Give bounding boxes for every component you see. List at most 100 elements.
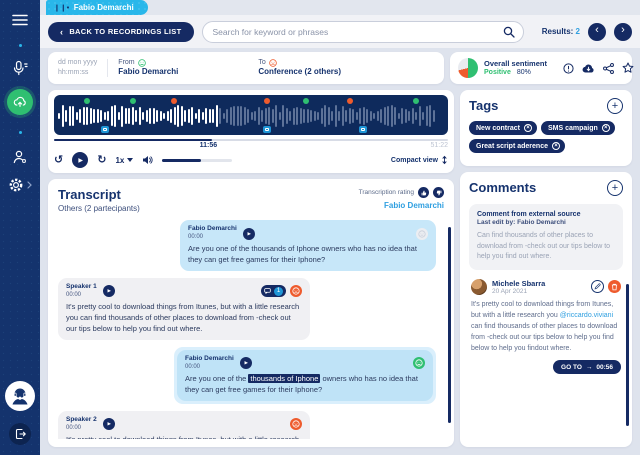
sentiment-value: Positive	[484, 69, 511, 76]
tag-chip[interactable]: Great script aderence ×	[469, 139, 565, 153]
recording-tab[interactable]: ❙❙• Fabio Demarchi	[46, 0, 148, 15]
transcript-message[interactable]: Speaker 1 00:00 ▶ 1	[58, 278, 310, 340]
chevron-left-icon: ‹	[60, 27, 63, 37]
message-comments-badge[interactable]: 1	[261, 285, 286, 297]
settings-icon[interactable]	[8, 177, 32, 193]
comment-count: 1	[274, 287, 283, 296]
transcript-message[interactable]: Speaker 2 00:00 ▶	[58, 411, 310, 440]
share-icon[interactable]	[603, 63, 614, 74]
star-icon[interactable]	[622, 62, 634, 74]
tags-title: Tags	[469, 98, 498, 113]
results-value: 2	[576, 27, 580, 36]
external-comment-body: Can find thousands of other places to do…	[477, 231, 615, 263]
neutral-sentiment-icon	[416, 228, 428, 240]
message-play-button[interactable]: ▶	[240, 357, 252, 369]
delete-comment-button[interactable]	[608, 280, 621, 293]
logout-icon[interactable]	[9, 423, 31, 445]
message-play-button[interactable]: ▶	[243, 228, 255, 240]
call-date: dd mon yyyy	[58, 58, 97, 68]
call-time: hh:mm:ss	[58, 68, 97, 78]
message-speaker: Speaker 2	[66, 416, 97, 424]
comments-title: Comments	[469, 180, 536, 195]
recording-meta-row: dd mon yyyy hh:mm:ss From Fabio Demarchi	[48, 52, 632, 84]
waveform[interactable]	[54, 95, 448, 135]
transcript-messages: Fabio Demarchi 00:00 ▶	[58, 220, 444, 439]
agent-avatar[interactable]	[5, 381, 35, 411]
previous-result-button[interactable]: ‹	[588, 23, 606, 41]
info-icon[interactable]	[563, 63, 574, 74]
back-to-recordings-button[interactable]: ‹ BACK TO RECORDINGS LIST	[48, 22, 194, 42]
message-text: It's pretty cool to download things from…	[66, 435, 302, 439]
message-time: 00:00	[185, 363, 234, 372]
happy-face-icon	[138, 59, 146, 67]
tag-label: New contract	[476, 125, 520, 132]
next-result-button[interactable]: ›	[614, 23, 632, 41]
comments-scrollbar[interactable]	[626, 284, 629, 426]
download-cloud-icon[interactable]	[582, 63, 595, 74]
agent-name: Fabio Demarchi	[359, 201, 444, 210]
message-speaker: Speaker 1	[66, 283, 97, 291]
sentiment-label: Overall sentiment	[484, 59, 547, 69]
audio-player-card: 11:56 51:22 ↺ ▶ ↻ 1x	[48, 90, 454, 173]
playback-progress: 11:56 51:22	[54, 138, 448, 151]
from-label: From	[118, 58, 134, 67]
thumbs-down-icon[interactable]	[433, 187, 444, 198]
microphone-icon[interactable]	[12, 60, 28, 76]
search-input[interactable]	[202, 21, 524, 43]
volume-icon[interactable]	[142, 155, 153, 165]
divider	[107, 59, 108, 77]
search-results-count: Results: 2	[542, 27, 580, 36]
rewind-icon[interactable]: ↺	[54, 155, 63, 166]
main-area: ❙❙• Fabio Demarchi ‹ BACK TO RECORDINGS …	[40, 0, 640, 455]
waveform-comment-marker[interactable]	[101, 126, 109, 133]
notification-dot	[19, 44, 22, 47]
transcript-scrollbar[interactable]	[448, 227, 451, 423]
record-upload-icon[interactable]	[7, 89, 33, 115]
remove-tag-icon[interactable]: ×	[524, 124, 532, 132]
from-value: Fabio Demarchi	[118, 67, 178, 77]
tags-panel: Tags + New contract × SMS campaign ×	[460, 90, 632, 166]
negative-moment-marker[interactable]	[264, 98, 270, 104]
transcript-message[interactable]: Fabio Demarchi 00:00 ▶	[180, 220, 436, 271]
goto-timestamp-button[interactable]: GO TO → 00:56	[553, 360, 621, 374]
external-comment-title: Comment from external source	[477, 211, 615, 218]
page-body: dd mon yyyy hh:mm:ss From Fabio Demarchi	[40, 48, 640, 455]
comment-body: It's pretty cool to download things from…	[471, 300, 621, 354]
message-play-button[interactable]: ▶	[103, 285, 115, 297]
tag-chip[interactable]: SMS campaign ×	[541, 121, 615, 135]
edit-comment-button[interactable]	[591, 280, 604, 293]
message-text: Are you one of the thousands of Iphone o…	[188, 244, 428, 266]
progress-fill	[54, 139, 212, 141]
transcript-message[interactable]: Fabio Demarchi 00:00 ▶	[177, 350, 433, 401]
add-comment-button[interactable]: +	[607, 180, 623, 196]
play-button[interactable]: ▶	[72, 152, 88, 168]
add-tag-button[interactable]: +	[607, 98, 623, 114]
forward-icon[interactable]: ↻	[97, 155, 106, 166]
waveform-comment-marker[interactable]	[359, 126, 367, 133]
call-datetime: dd mon yyyy hh:mm:ss	[58, 58, 97, 78]
tag-chip[interactable]: New contract ×	[469, 121, 537, 135]
positive-moment-marker[interactable]	[130, 98, 136, 104]
sentiment-card: Overall sentiment Positive80%	[450, 52, 632, 84]
sentiment-pie-chart	[458, 58, 478, 78]
external-comment: Comment from external source Last edit b…	[469, 204, 623, 270]
message-play-button[interactable]: ▶	[103, 418, 115, 430]
remove-tag-icon[interactable]: ×	[552, 142, 560, 150]
waveform-comment-marker[interactable]	[263, 126, 271, 133]
transcription-rating-label: Transcription rating	[359, 189, 414, 196]
volume-slider[interactable]	[162, 159, 232, 162]
remove-tag-icon[interactable]: ×	[602, 124, 610, 132]
playback-speed-select[interactable]: 1x	[115, 156, 133, 165]
call-to: To Conference (2 others)	[258, 58, 341, 77]
menu-icon[interactable]	[12, 14, 28, 26]
tag-label: Great script aderence	[476, 143, 548, 150]
thumbs-up-icon[interactable]	[418, 187, 429, 198]
message-speaker: Fabio Demarchi	[185, 355, 234, 363]
speed-value: 1x	[115, 156, 124, 165]
search-icon[interactable]	[503, 26, 515, 38]
user-mention[interactable]: @riccardo.viviani	[560, 312, 613, 319]
contacts-icon[interactable]	[12, 149, 28, 165]
compact-view-toggle[interactable]: Compact view	[391, 155, 448, 165]
results-label: Results:	[542, 27, 574, 36]
negative-moment-marker[interactable]	[347, 98, 353, 104]
